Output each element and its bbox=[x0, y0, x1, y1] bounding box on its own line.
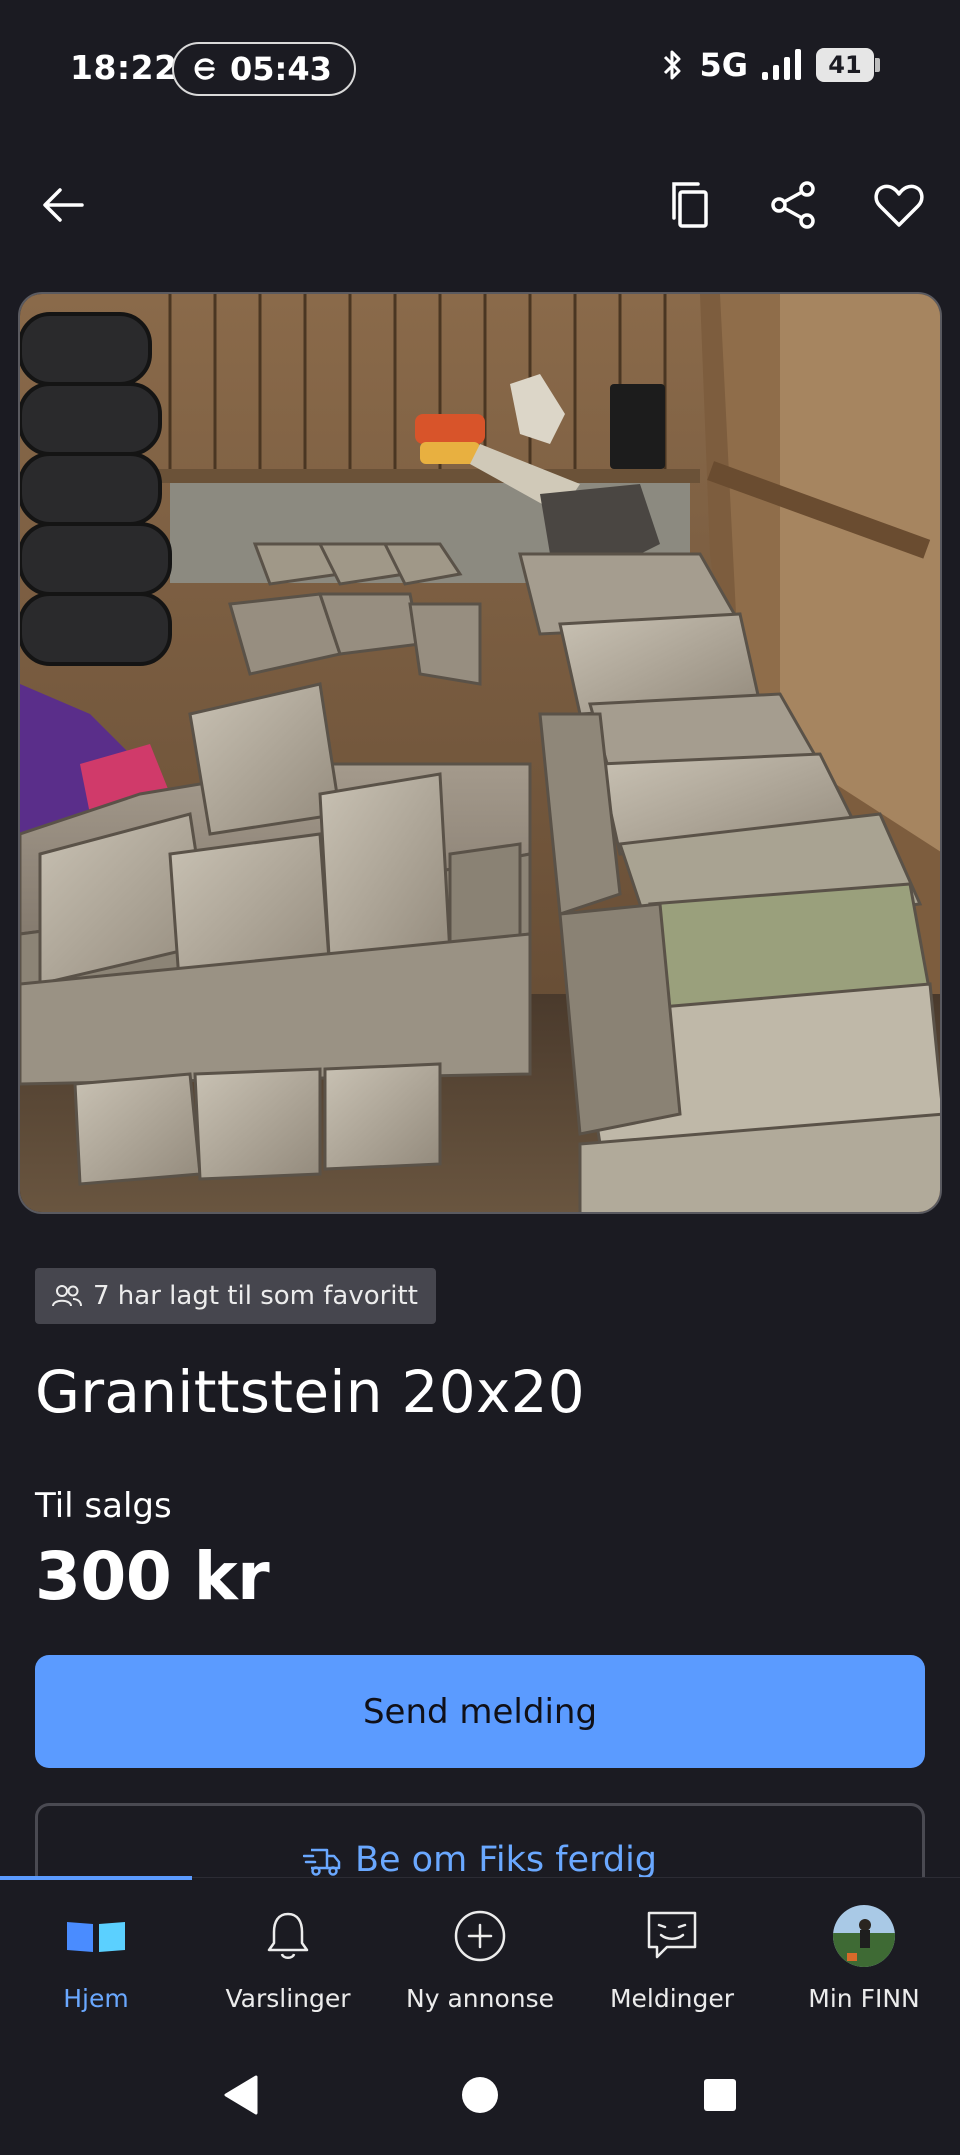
avatar bbox=[833, 1905, 895, 1967]
heart-icon bbox=[874, 184, 924, 227]
send-message-label: Send melding bbox=[362, 1691, 598, 1732]
top-nav bbox=[0, 160, 960, 250]
tab-label: Varslinger bbox=[225, 1984, 351, 2013]
triangle-back-icon bbox=[224, 2075, 258, 2115]
plus-circle-icon bbox=[454, 1910, 506, 1962]
system-recents-button[interactable] bbox=[690, 2065, 750, 2125]
battery-level: 41 bbox=[816, 48, 874, 82]
listing-photo[interactable] bbox=[18, 292, 942, 1214]
tab-label: Hjem bbox=[63, 1984, 129, 2013]
people-icon bbox=[52, 1285, 82, 1307]
tab-meldinger[interactable]: Meldinger bbox=[576, 1904, 768, 2024]
sale-type-label: Til salgs bbox=[35, 1486, 172, 1526]
favorite-button[interactable] bbox=[864, 170, 934, 240]
favorite-count-badge: 7 har lagt til som favoritt bbox=[35, 1268, 436, 1324]
tab-min-finn[interactable]: Min FINN bbox=[768, 1904, 960, 2024]
active-tab-indicator bbox=[0, 1876, 192, 1880]
timer-text: 05:43 bbox=[230, 50, 332, 88]
system-nav-bar bbox=[0, 2037, 960, 2155]
copy-icon bbox=[672, 182, 708, 228]
share-button[interactable] bbox=[758, 170, 828, 240]
listing-title: Granittstein 20x20 bbox=[35, 1358, 585, 1426]
status-time: 18:22 bbox=[70, 48, 178, 87]
delivery-truck-icon bbox=[302, 1848, 341, 1876]
timer-pill: 05:43 bbox=[172, 42, 356, 96]
e-icon bbox=[194, 58, 215, 80]
back-button[interactable] bbox=[28, 170, 98, 240]
send-message-button[interactable]: Send melding bbox=[35, 1655, 925, 1768]
tab-label: Ny annonse bbox=[406, 1984, 554, 2013]
battery-icon: 41 bbox=[816, 48, 880, 82]
bluetooth-icon bbox=[664, 50, 681, 80]
share-icon bbox=[771, 181, 815, 229]
tab-label: Meldinger bbox=[609, 1984, 735, 2013]
tab-ny-annonse[interactable]: Ny annonse bbox=[384, 1904, 576, 2024]
arrow-left-icon bbox=[43, 188, 84, 222]
network-label: 5G bbox=[699, 46, 748, 84]
price: 300 kr bbox=[35, 1538, 270, 1615]
status-bar: 18:22 05:43 5G 41 bbox=[0, 0, 960, 140]
granite-stones-photo bbox=[20, 294, 940, 1212]
circle-home-icon bbox=[462, 2077, 498, 2113]
system-back-button[interactable] bbox=[210, 2065, 270, 2125]
bell-icon bbox=[267, 1912, 309, 1959]
bottom-tab-bar: Hjem Varslinger Ny annonse Meldinger Min… bbox=[0, 1876, 960, 2037]
copy-link-button[interactable] bbox=[656, 170, 726, 240]
chat-icon bbox=[647, 1911, 697, 1959]
fiks-ferdig-label: Be om Fiks ferdig bbox=[354, 1840, 658, 1880]
system-home-button[interactable] bbox=[450, 2065, 510, 2125]
book-icon bbox=[67, 1922, 125, 1952]
square-recents-icon bbox=[704, 2079, 736, 2111]
tab-label: Min FINN bbox=[808, 1984, 920, 2013]
signal-icon bbox=[762, 49, 801, 80]
tab-varslinger[interactable]: Varslinger bbox=[192, 1904, 384, 2024]
tab-hjem[interactable]: Hjem bbox=[0, 1904, 192, 2024]
favorite-count-text: 7 har lagt til som favoritt bbox=[93, 1281, 418, 1311]
